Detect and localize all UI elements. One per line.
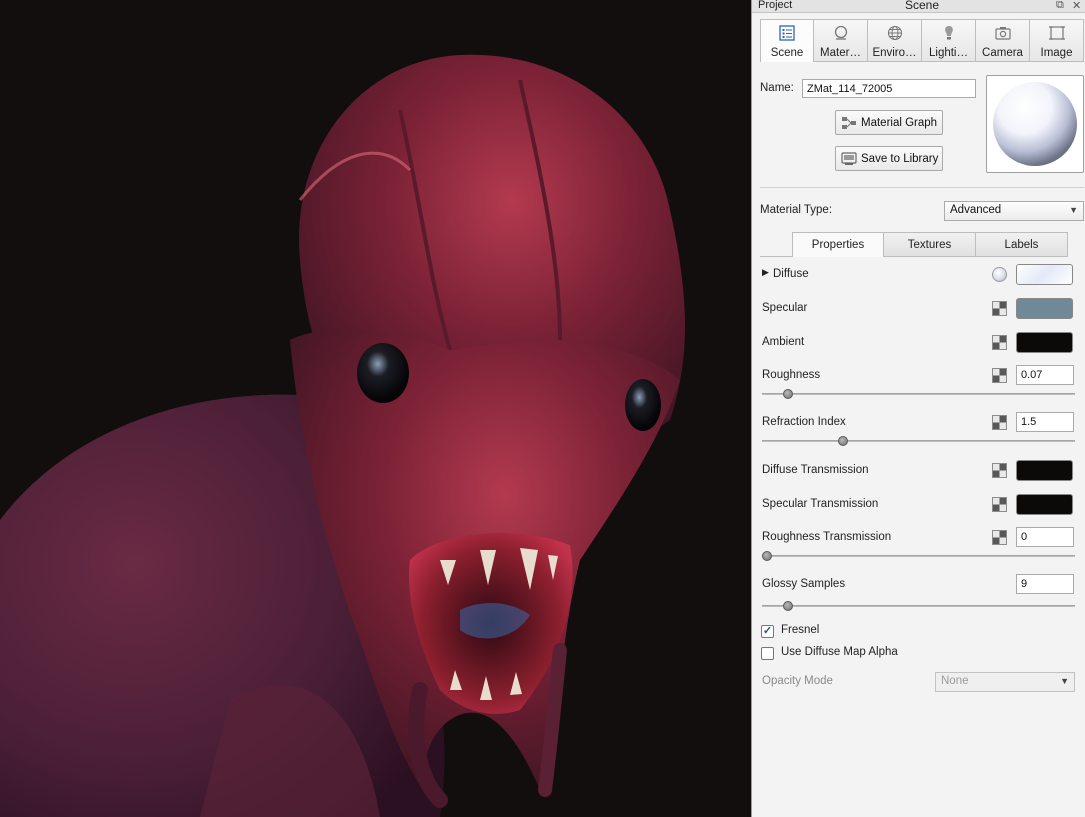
material-preview	[986, 75, 1084, 173]
roughness-transmission-texture-icon[interactable]	[992, 530, 1007, 545]
ambient-texture-icon[interactable]	[992, 335, 1007, 350]
diffuse-color-swatch[interactable]	[1016, 264, 1073, 285]
roughness-transmission-slider[interactable]	[762, 551, 1075, 561]
divider	[760, 187, 1084, 188]
tab-labels[interactable]: Labels	[976, 232, 1068, 257]
tab-scene[interactable]: Scene	[760, 19, 814, 62]
glossy-samples-input[interactable]: 9	[1016, 574, 1074, 594]
tab-image[interactable]: Image	[1030, 19, 1084, 62]
node-graph-icon	[842, 116, 856, 129]
frame-icon	[1048, 26, 1065, 40]
tab-properties[interactable]: Properties	[792, 232, 884, 257]
diffuse-transmission-swatch[interactable]	[1016, 460, 1073, 481]
material-subtabs: Properties Textures Labels	[792, 232, 1068, 257]
roughness-input[interactable]: 0.07	[1016, 365, 1074, 385]
material-name-input[interactable]	[802, 79, 976, 98]
specular-transmission-label: Specular Transmission	[762, 498, 879, 510]
globe-icon	[887, 25, 902, 41]
fresnel-checkbox[interactable]: ✓	[761, 625, 774, 638]
project-tab-label[interactable]: Project	[758, 0, 792, 11]
save-to-library-button[interactable]: Save to Library	[835, 146, 943, 171]
material-icon	[834, 25, 847, 40]
tab-lighting[interactable]: Lighti…	[922, 19, 976, 62]
roughness-slider-knob[interactable]	[783, 389, 794, 399]
tab-properties-label: Properties	[811, 239, 865, 251]
material-graph-label: Material Graph	[861, 116, 938, 129]
glossy-samples-knob[interactable]	[783, 601, 794, 611]
tab-material[interactable]: Mater…	[814, 19, 868, 62]
restore-window-icon[interactable]: ⧉	[1056, 0, 1064, 12]
creature-render-image	[0, 54, 685, 817]
expand-triangle-icon[interactable]: ▶	[762, 267, 769, 278]
tab-image-label: Image	[1040, 47, 1073, 59]
material-graph-button[interactable]: Material Graph	[835, 110, 943, 135]
preview-sphere	[993, 82, 1077, 166]
material-type-label: Material Type:	[760, 204, 833, 216]
roughness-transmission-input[interactable]: 0	[1016, 527, 1074, 547]
refraction-index-input[interactable]: 1.5	[1016, 412, 1074, 432]
save-to-library-label: Save to Library	[861, 152, 939, 165]
refraction-index-label: Refraction Index	[762, 416, 846, 428]
ambient-label: Ambient	[762, 336, 805, 348]
refraction-slider-knob[interactable]	[837, 436, 848, 446]
tab-textures-label: Textures	[907, 238, 952, 251]
list-icon	[779, 25, 795, 41]
ambient-color-swatch[interactable]	[1016, 332, 1073, 353]
roughness-texture-icon[interactable]	[992, 368, 1007, 383]
chevron-down-icon: ▼	[1060, 676, 1069, 686]
opacity-mode-value: None	[941, 675, 969, 687]
render-viewport[interactable]	[0, 0, 751, 817]
glossy-samples-slider[interactable]	[762, 601, 1075, 611]
tab-environment[interactable]: Enviro…	[868, 19, 922, 62]
specular-transmission-texture-icon[interactable]	[992, 497, 1007, 512]
roughness-transmission-knob[interactable]	[762, 551, 772, 561]
roughness-slider[interactable]	[762, 389, 1075, 399]
roughness-transmission-label: Roughness Transmission	[762, 531, 892, 543]
tab-environment-label: Enviro…	[872, 47, 917, 59]
specular-color-swatch[interactable]	[1016, 298, 1073, 319]
save-library-icon	[841, 151, 857, 165]
scene-title: Scene	[905, 0, 940, 12]
diffuse-transmission-texture-icon[interactable]	[992, 463, 1007, 478]
fresnel-label: Fresnel	[781, 624, 820, 636]
scene-tabbar: Scene Mater… Enviro… Lighti… Camera Imag…	[760, 19, 1084, 62]
tab-labels-label: Labels	[1004, 238, 1039, 251]
use-diffuse-map-alpha-label: Use Diffuse Map Alpha	[781, 646, 898, 658]
refraction-texture-icon[interactable]	[992, 415, 1007, 430]
tab-camera-label: Camera	[982, 47, 1023, 59]
specular-transmission-swatch[interactable]	[1016, 494, 1073, 515]
close-icon[interactable]: ✕	[1072, 0, 1081, 12]
opacity-mode-select[interactable]: None ▼	[935, 672, 1075, 692]
specular-label: Specular	[762, 302, 808, 314]
chevron-down-icon: ▼	[1069, 205, 1078, 215]
specular-texture-icon[interactable]	[992, 301, 1007, 316]
material-panel: Project Scene ⧉ ✕ Scene Mater… Enviro… L…	[751, 0, 1085, 817]
bulb-icon	[944, 26, 953, 40]
diffuse-transmission-label: Diffuse Transmission	[762, 464, 869, 476]
tab-material-label: Mater…	[820, 47, 861, 59]
use-diffuse-map-alpha-checkbox[interactable]	[761, 647, 774, 660]
tab-lighting-label: Lighti…	[929, 47, 968, 59]
tab-camera[interactable]: Camera	[976, 19, 1030, 62]
tab-textures[interactable]: Textures	[884, 232, 976, 257]
material-type-value: Advanced	[950, 204, 1002, 216]
name-label: Name:	[760, 82, 794, 94]
glossy-samples-label: Glossy Samples	[762, 578, 846, 590]
material-type-select[interactable]: Advanced ▼	[944, 201, 1084, 221]
diffuse-sphere-icon[interactable]	[992, 267, 1007, 282]
diffuse-label: Diffuse	[773, 268, 809, 280]
tab-scene-label: Scene	[770, 47, 804, 59]
roughness-label: Roughness	[762, 369, 821, 381]
camera-icon	[994, 27, 1011, 40]
panel-titlebar: Project Scene ⧉ ✕	[752, 0, 1085, 13]
refraction-index-slider[interactable]	[762, 436, 1075, 446]
opacity-mode-label: Opacity Mode	[762, 675, 833, 687]
